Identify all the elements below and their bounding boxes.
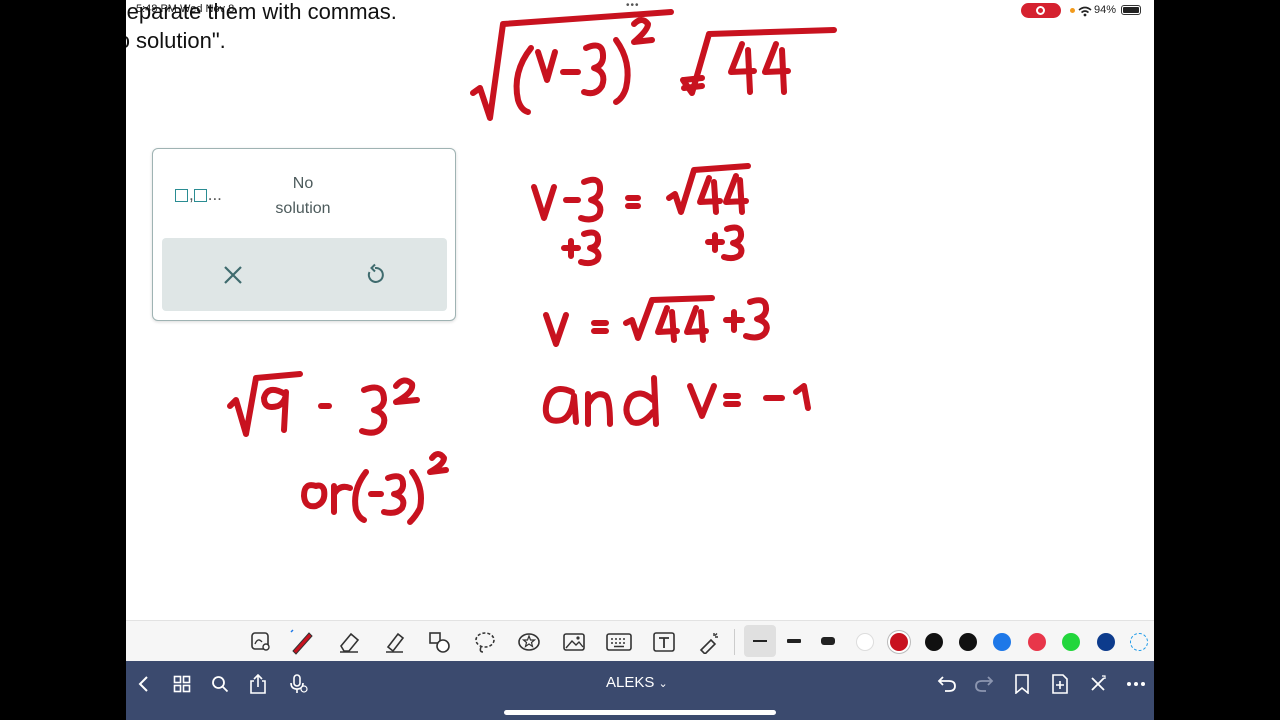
more-options-icon[interactable]	[1124, 672, 1148, 696]
keyboard-icon[interactable]	[606, 629, 632, 655]
pen-icon[interactable]	[289, 629, 315, 655]
search-icon[interactable]	[208, 672, 232, 696]
color-swatch-black-2[interactable]	[959, 633, 977, 651]
share-icon[interactable]	[246, 672, 270, 696]
microphone-icon[interactable]	[286, 672, 310, 696]
add-page-icon[interactable]	[1048, 672, 1072, 696]
undo-icon[interactable]	[935, 672, 959, 696]
lasso-zoom-icon[interactable]	[248, 629, 274, 655]
image-icon[interactable]	[561, 629, 587, 655]
color-swatch-black[interactable]	[925, 633, 943, 651]
pen-size-thick[interactable]	[812, 625, 844, 657]
color-swatch-white[interactable]	[856, 633, 874, 651]
close-toolbar-icon[interactable]	[1086, 672, 1110, 696]
document-title[interactable]: ALEKS ⌄	[606, 674, 668, 691]
back-icon[interactable]	[132, 672, 156, 696]
app-navigation-bar: ALEKS ⌄	[126, 661, 1154, 720]
lasso-icon[interactable]	[472, 629, 498, 655]
color-picker-icon[interactable]	[1130, 633, 1148, 651]
pen-size-thin[interactable]	[744, 625, 776, 657]
text-icon[interactable]	[651, 629, 677, 655]
home-indicator[interactable]	[504, 710, 776, 715]
chevron-down-icon: ⌄	[658, 678, 668, 690]
color-swatch-pink[interactable]	[1028, 633, 1046, 651]
left-letterbox	[0, 0, 126, 720]
redo-icon[interactable]	[972, 672, 996, 696]
color-swatch-blue[interactable]	[993, 633, 1011, 651]
handwritten-work	[227, 9, 837, 525]
color-swatch-green[interactable]	[1062, 633, 1080, 651]
color-swatch-navy[interactable]	[1097, 633, 1115, 651]
sticker-icon[interactable]	[516, 629, 542, 655]
grid-view-icon[interactable]	[170, 672, 194, 696]
tablet-screen: 5:48 PM Wed Nov 8 ••• 94% Separate them …	[126, 0, 1154, 720]
bookmark-icon[interactable]	[1010, 672, 1034, 696]
pen-size-medium[interactable]	[778, 625, 810, 657]
laser-icon[interactable]	[696, 629, 722, 655]
eraser-icon[interactable]	[336, 629, 362, 655]
right-letterbox	[1154, 0, 1280, 720]
shapes-icon[interactable]	[426, 629, 452, 655]
highlighter-icon[interactable]	[382, 629, 408, 655]
color-swatch-red-selected[interactable]	[890, 633, 908, 651]
drawing-toolbar	[126, 620, 1154, 661]
